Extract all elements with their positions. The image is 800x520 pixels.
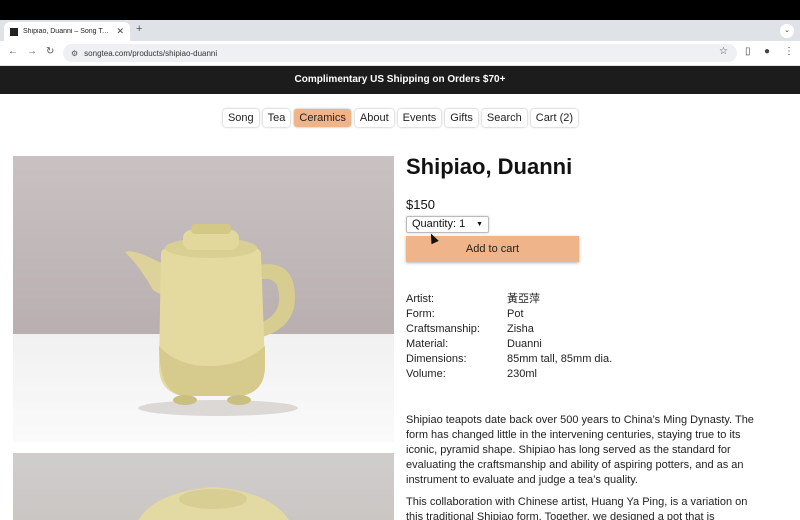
os-top-bar — [0, 0, 800, 20]
main-nav: Song Tea Ceramics About Events Gifts Sea… — [0, 109, 800, 127]
product-title: Shipiao, Duanni — [406, 154, 573, 179]
spec-key: Material: — [406, 338, 449, 350]
product-description: Shipiao teapots date back over 500 years… — [406, 413, 756, 520]
quantity-value: 1 — [459, 218, 466, 230]
profile-avatar-icon[interactable]: ● — [764, 46, 770, 57]
url-text: songtea.com/products/shipiao-duanni — [84, 48, 218, 58]
spec-value: Zisha — [507, 323, 534, 335]
spec-row: Dimensions: 85mm tall, 85mm dia. — [406, 352, 612, 367]
web-page: Complimentary US Shipping on Orders $70+… — [0, 66, 800, 520]
product-image-secondary[interactable] — [13, 453, 394, 520]
tab-search-icon[interactable]: ⌄ — [780, 24, 794, 38]
teapot-top-illustration — [138, 487, 289, 520]
spec-value: 85mm tall, 85mm dia. — [507, 353, 613, 365]
promo-banner: Complimentary US Shipping on Orders $70+ — [0, 66, 800, 94]
spec-row: Volume: 230ml — [406, 367, 612, 382]
product-specs: Artist: 黃亞萍 Form: Pot Craftsmanship: Zisha … — [406, 292, 612, 382]
browser-tab[interactable]: Shipiao, Duanni – Song Tea & Ceramics ✕ — [4, 22, 130, 41]
description-paragraph: Shipiao teapots date back over 500 years… — [406, 414, 754, 486]
spec-value: 黃亞萍 — [507, 293, 540, 305]
tab-strip: Shipiao, Duanni – Song Tea & Ceramics ✕ — [0, 20, 800, 41]
new-tab-button[interactable]: + — [136, 23, 142, 35]
address-bar[interactable]: ⚙ songtea.com/products/shipiao-duanni ☆ — [63, 44, 737, 62]
nav-events[interactable]: Events — [397, 109, 442, 127]
spec-key: Craftsmanship: — [406, 323, 480, 335]
quantity-label: Quantity: — [412, 218, 457, 230]
description-paragraph: This collaboration with Chinese artist, … — [406, 496, 748, 520]
nav-ceramics[interactable]: Ceramics — [294, 109, 351, 127]
side-panel-icon[interactable]: ▯ — [745, 46, 751, 57]
spec-row: Craftsmanship: Zisha — [406, 322, 612, 337]
nav-gifts[interactable]: Gifts — [445, 109, 478, 127]
nav-song[interactable]: Song — [222, 109, 259, 127]
bookmark-star-icon[interactable]: ☆ — [719, 46, 728, 57]
spec-key: Form: — [406, 308, 435, 320]
spec-row: Material: Duanni — [406, 337, 612, 352]
browser-toolbar: ← → ↻ ⚙ songtea.com/products/shipiao-dua… — [0, 41, 800, 66]
nav-about[interactable]: About — [354, 109, 394, 127]
dropdown-caret-icon: ▼ — [476, 221, 483, 228]
product-price: $150 — [406, 197, 435, 212]
spec-key: Artist: — [406, 293, 435, 305]
spec-key: Dimensions: — [406, 353, 467, 365]
teapot-illustration — [125, 224, 298, 416]
quantity-select[interactable]: Quantity: 1 ▼ — [406, 216, 489, 233]
spec-value: 230ml — [507, 368, 537, 380]
spec-row: Artist: 黃亞萍 — [406, 292, 612, 307]
reload-icon[interactable]: ↻ — [46, 46, 54, 57]
nav-search[interactable]: Search — [481, 109, 527, 127]
spec-value: Pot — [507, 308, 524, 320]
back-icon[interactable]: ← — [8, 46, 18, 57]
tab-title: Shipiao, Duanni – Song Tea & Ceramics — [23, 28, 112, 35]
site-info-icon[interactable]: ⚙ — [71, 49, 78, 58]
spec-key: Volume: — [406, 368, 446, 380]
spec-row: Form: Pot — [406, 307, 612, 322]
close-tab-icon[interactable]: ✕ — [116, 26, 124, 37]
site-favicon-icon — [10, 27, 18, 36]
nav-cart[interactable]: Cart (2) — [530, 109, 579, 127]
nav-tea[interactable]: Tea — [262, 109, 291, 127]
spec-value: Duanni — [507, 338, 542, 350]
browser-menu-icon[interactable]: ⋮ — [784, 46, 794, 57]
forward-icon[interactable]: → — [27, 46, 37, 57]
product-image-teapot[interactable] — [13, 156, 394, 442]
